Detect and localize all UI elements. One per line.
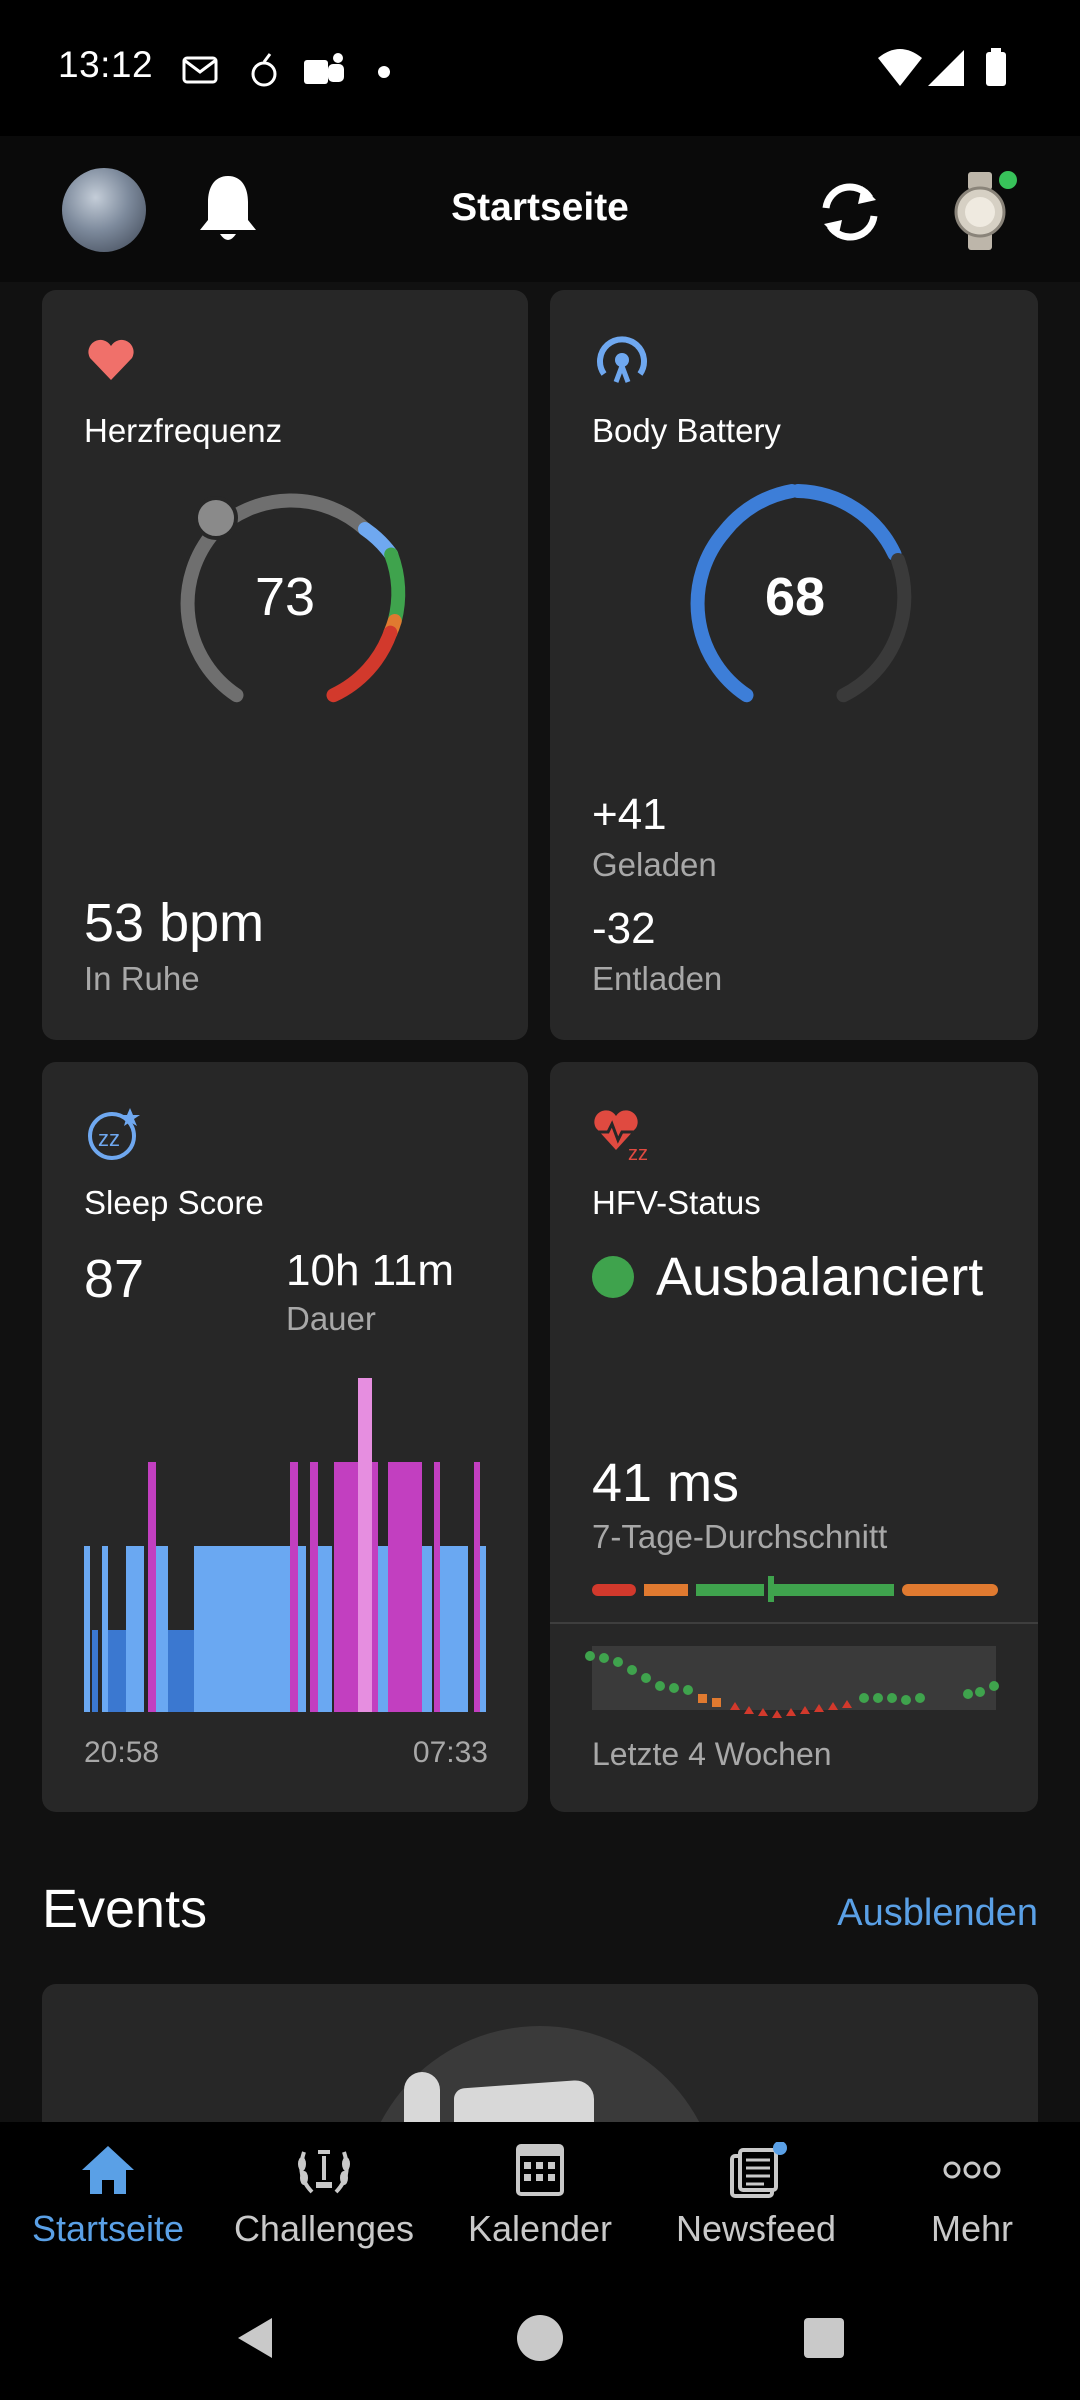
heart-rate-title: Herzfrequenz	[84, 412, 283, 449]
hrv-range-label: Letzte 4 Wochen	[592, 1736, 832, 1772]
sleep-end-time: 07:33	[412, 1736, 488, 1769]
sync-icon[interactable]	[814, 176, 886, 248]
page-title: Startseite	[451, 186, 629, 229]
body-battery-title: Body Battery	[592, 412, 781, 449]
laurel-icon	[298, 2150, 350, 2194]
sleep-duration-label: Dauer	[286, 1300, 376, 1337]
back-icon[interactable]	[232, 2314, 280, 2362]
hrv-status-dot	[592, 1256, 634, 1298]
hrv-status-title: HFV-Status	[592, 1184, 761, 1221]
hrv-average-label: 7-Tage-Durchschnitt	[592, 1518, 888, 1555]
home-circle-icon[interactable]	[514, 2312, 566, 2364]
hrv-divider	[550, 1622, 1038, 1624]
nav-label: Challenges	[233, 2208, 415, 2249]
newsfeed-icon	[730, 2142, 787, 2198]
body-battery-value: 68	[764, 567, 826, 627]
hrv-range-bar	[592, 1576, 998, 1602]
more-icon	[943, 2161, 1001, 2179]
nav-label: Startseite	[31, 2208, 185, 2249]
battery-icon	[986, 48, 1006, 86]
teams-icon	[304, 53, 344, 84]
hrv-status-value: Ausbalanciert	[656, 1247, 984, 1307]
recents-icon[interactable]	[802, 2316, 846, 2360]
sleep-score-value: 87	[84, 1249, 145, 1309]
nav-newsfeed[interactable]: Newsfeed	[648, 2132, 864, 2282]
events-hide-button[interactable]: Ausblenden	[837, 1892, 1038, 1935]
nav-label: Newsfeed	[675, 2208, 837, 2249]
sleep-score-title: Sleep Score	[84, 1184, 264, 1221]
heart-rate-current: 73	[254, 567, 316, 627]
status-time: 13:12	[58, 44, 154, 85]
sleep-icon: zz	[88, 1108, 140, 1160]
sleep-stages-chart	[84, 1378, 486, 1712]
watch-icon[interactable]	[944, 168, 1022, 256]
nav-mehr[interactable]: Mehr	[864, 2132, 1080, 2282]
nav-startseite[interactable]: Startseite	[0, 2132, 216, 2282]
nav-kalender[interactable]: Kalender	[432, 2132, 648, 2282]
heart-icon	[88, 339, 134, 380]
nav-label: Mehr	[930, 2208, 1014, 2249]
body-battery-charged-value: +41	[592, 790, 667, 839]
svg-text:zz: zz	[98, 1126, 120, 1151]
nav-label: Kalender	[467, 2208, 613, 2249]
signal-icon	[928, 50, 964, 86]
apple-icon	[251, 53, 277, 87]
home-icon	[82, 2146, 134, 2194]
hrv-heart-icon: zz	[594, 1110, 648, 1162]
body-battery-drained-value: -32	[592, 904, 656, 953]
resting-heart-rate-label: In Ruhe	[84, 960, 200, 997]
sleep-start-time: 20:58	[84, 1736, 160, 1769]
nav-challenges[interactable]: Challenges	[216, 2132, 432, 2282]
body-battery-icon	[597, 336, 647, 383]
hrv-trend-chart	[585, 1646, 999, 1718]
sleep-duration-value: 10h 11m	[286, 1246, 454, 1295]
system-icons	[878, 48, 1006, 86]
calendar-icon	[516, 2144, 564, 2196]
body-battery-drained-label: Entladen	[592, 960, 723, 997]
event-flag-pole	[404, 2072, 440, 2124]
body-battery-charged-label: Geladen	[592, 846, 717, 883]
svg-text:zz: zz	[628, 1143, 648, 1162]
dot-icon	[378, 66, 390, 78]
resting-heart-rate-value: 53 bpm	[84, 893, 265, 953]
events-heading: Events	[42, 1879, 208, 1939]
mail-icon	[182, 56, 218, 84]
notification-icons	[182, 53, 390, 87]
wifi-icon	[878, 49, 922, 86]
hrv-average-value: 41 ms	[592, 1453, 740, 1513]
event-card[interactable]	[42, 1984, 1038, 2124]
